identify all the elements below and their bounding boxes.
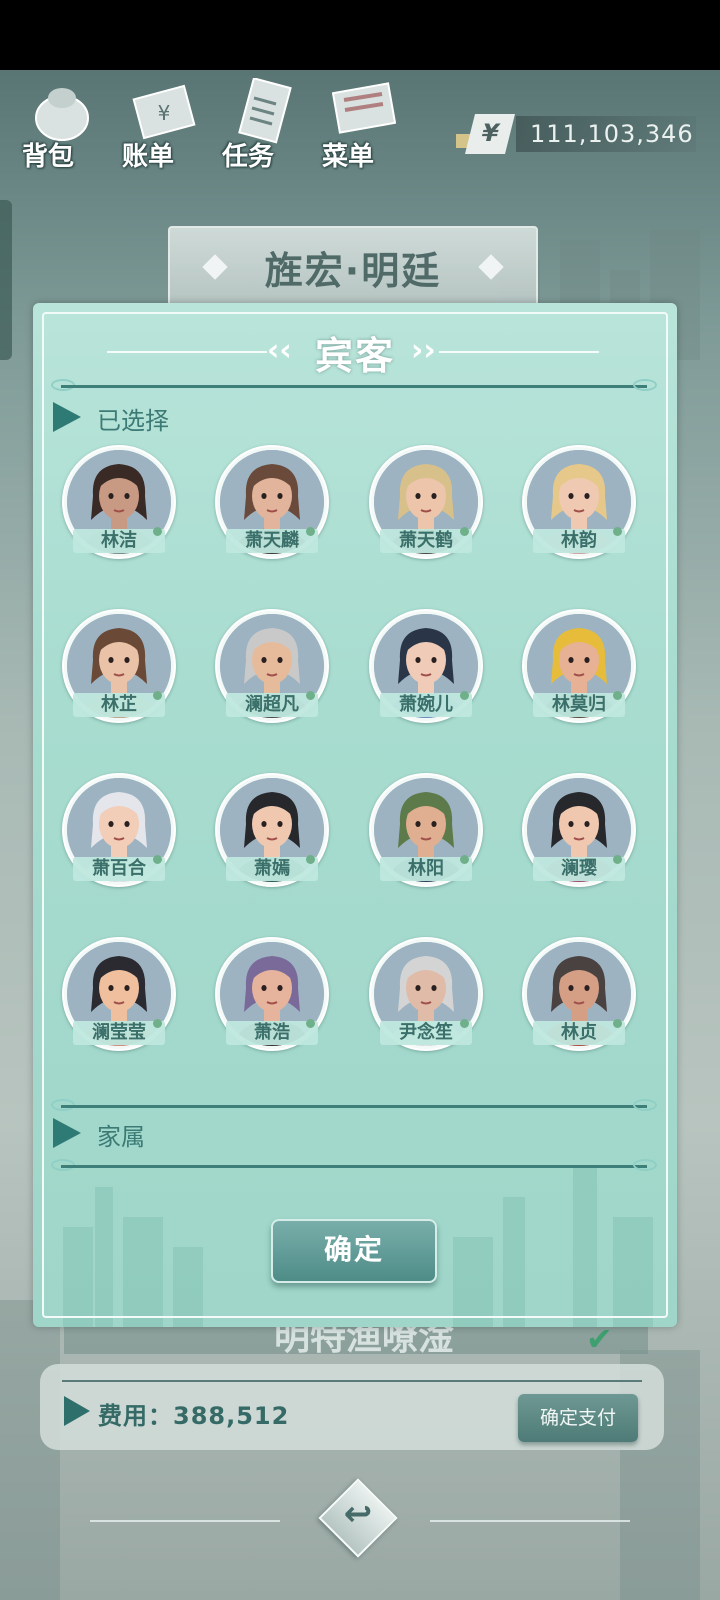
- bottom-ornament-right: [430, 1520, 630, 1522]
- divider-bar: [61, 1105, 647, 1108]
- status-dot-icon: [613, 855, 622, 864]
- guest-card[interactable]: 林洁: [59, 445, 179, 565]
- status-dot-icon: [153, 691, 162, 700]
- dish-text: 明特渔嘹淦: [274, 1326, 455, 1354]
- cost-triangle-icon: [64, 1396, 90, 1426]
- status-dot-icon: [460, 691, 469, 700]
- guest-card[interactable]: 林芷: [59, 609, 179, 729]
- checkmark-icon: ✔: [586, 1326, 613, 1354]
- status-dot-icon: [153, 527, 162, 536]
- guest-card[interactable]: 萧百合: [59, 773, 179, 893]
- svg-text:¥: ¥: [158, 101, 171, 125]
- guest-name: 林韵: [533, 529, 625, 553]
- guest-name: 林芷: [73, 693, 165, 717]
- guest-card[interactable]: 萧嫣: [212, 773, 332, 893]
- guest-name: 澜璎: [533, 857, 625, 881]
- cost-label: 费用：388,512: [98, 1396, 289, 1431]
- divider-bar: [61, 385, 647, 388]
- bill-label: 账单: [122, 142, 175, 172]
- guest-name: 萧天麟: [226, 529, 318, 553]
- status-dot-icon: [460, 855, 469, 864]
- status-dot-icon: [306, 691, 315, 700]
- guest-card[interactable]: 尹念笙: [366, 937, 486, 1057]
- menu-book-label: 菜单: [322, 142, 375, 172]
- status-dot-icon: [613, 527, 622, 536]
- section-divider: [51, 379, 657, 391]
- cost-bar-line: [62, 1380, 642, 1382]
- status-dot-icon: [613, 691, 622, 700]
- confirm-button[interactable]: 确定: [271, 1219, 437, 1283]
- curl-ornament-icon: [633, 379, 657, 391]
- status-dot-icon: [460, 527, 469, 536]
- title-line-right: [439, 351, 599, 353]
- selected-section-label: 已选择: [97, 407, 169, 435]
- guest-name: 萧浩: [226, 1021, 318, 1045]
- side-drawer-handle[interactable]: [0, 200, 12, 360]
- guest-name: 林莫归: [533, 693, 625, 717]
- guest-name: 澜超凡: [226, 693, 318, 717]
- cost-label-text: 费用：: [98, 1402, 173, 1430]
- status-dot-icon: [306, 1019, 315, 1028]
- guest-name: 萧婉儿: [380, 693, 472, 717]
- task-button[interactable]: 任务: [218, 78, 296, 178]
- backpack-button[interactable]: 背包: [18, 78, 96, 178]
- confirm-payment-button[interactable]: 确定支付: [518, 1394, 638, 1442]
- title-right-mark: ››: [411, 333, 436, 368]
- status-dot-icon: [460, 1019, 469, 1028]
- money-value: 111,103,346: [516, 116, 696, 152]
- dish-label-behind: 明特渔嘹淦 ✔: [64, 1326, 648, 1354]
- guest-name: 萧百合: [73, 857, 165, 881]
- guest-card[interactable]: 萧天鹤: [366, 445, 486, 565]
- status-bar: [0, 0, 720, 70]
- guest-card[interactable]: 林阳: [366, 773, 486, 893]
- guest-card[interactable]: 林韵: [519, 445, 639, 565]
- guest-name: 萧天鹤: [380, 529, 472, 553]
- status-dot-icon: [153, 855, 162, 864]
- cost-bar: 费用：388,512 确定支付: [40, 1364, 664, 1450]
- back-button[interactable]: ↩: [318, 1478, 398, 1558]
- guest-card[interactable]: 林贞: [519, 937, 639, 1057]
- guest-name: 澜莹莹: [73, 1021, 165, 1045]
- guest-name: 萧嫣: [226, 857, 318, 881]
- guest-card[interactable]: 萧浩: [212, 937, 332, 1057]
- backpack-label: 背包: [22, 142, 75, 172]
- expand-triangle-icon: [53, 1118, 81, 1148]
- status-dot-icon: [306, 527, 315, 536]
- guest-name: 林阳: [380, 857, 472, 881]
- family-section-label: 家属: [97, 1123, 145, 1151]
- guest-card[interactable]: 澜莹莹: [59, 937, 179, 1057]
- back-arrow-icon: ↩: [343, 1494, 373, 1534]
- curl-ornament-icon: [633, 1159, 657, 1171]
- guest-name: 林贞: [533, 1021, 625, 1045]
- guest-name: 林洁: [73, 529, 165, 553]
- guest-dialog: ‹‹ 宾客 ›› 已选择 林洁 萧天麟 萧天鹤 林韵 林芷 澜超凡 萧婉儿 林莫归 萧百合 萧嫣林…: [33, 303, 677, 1327]
- section-divider: [51, 1159, 657, 1171]
- expand-triangle-icon: [53, 402, 81, 432]
- status-dot-icon: [613, 1019, 622, 1028]
- section-divider: [51, 1099, 657, 1111]
- money-display: ¥ 111,103,346: [456, 114, 700, 154]
- yen-icon: ¥: [465, 114, 515, 154]
- guest-card[interactable]: 澜超凡: [212, 609, 332, 729]
- dialog-title-row: ‹‹ 宾客 ››: [33, 325, 677, 379]
- bottom-ornament-left: [90, 1520, 280, 1522]
- bill-button[interactable]: ¥ 账单: [118, 78, 196, 178]
- guest-name: 尹念笙: [380, 1021, 472, 1045]
- status-dot-icon: [306, 855, 315, 864]
- top-toolbar: 背包 ¥ 账单 任务 菜单: [18, 78, 396, 178]
- guest-card[interactable]: 萧婉儿: [366, 609, 486, 729]
- curl-ornament-icon: [633, 1099, 657, 1111]
- task-label: 任务: [222, 142, 275, 172]
- status-dot-icon: [153, 1019, 162, 1028]
- guest-card[interactable]: 澜璎: [519, 773, 639, 893]
- cost-value: 388,512: [173, 1402, 290, 1430]
- guest-card[interactable]: 林莫归: [519, 609, 639, 729]
- menu-book-button[interactable]: 菜单: [318, 78, 396, 178]
- guest-card[interactable]: 萧天麟: [212, 445, 332, 565]
- divider-bar: [61, 1165, 647, 1168]
